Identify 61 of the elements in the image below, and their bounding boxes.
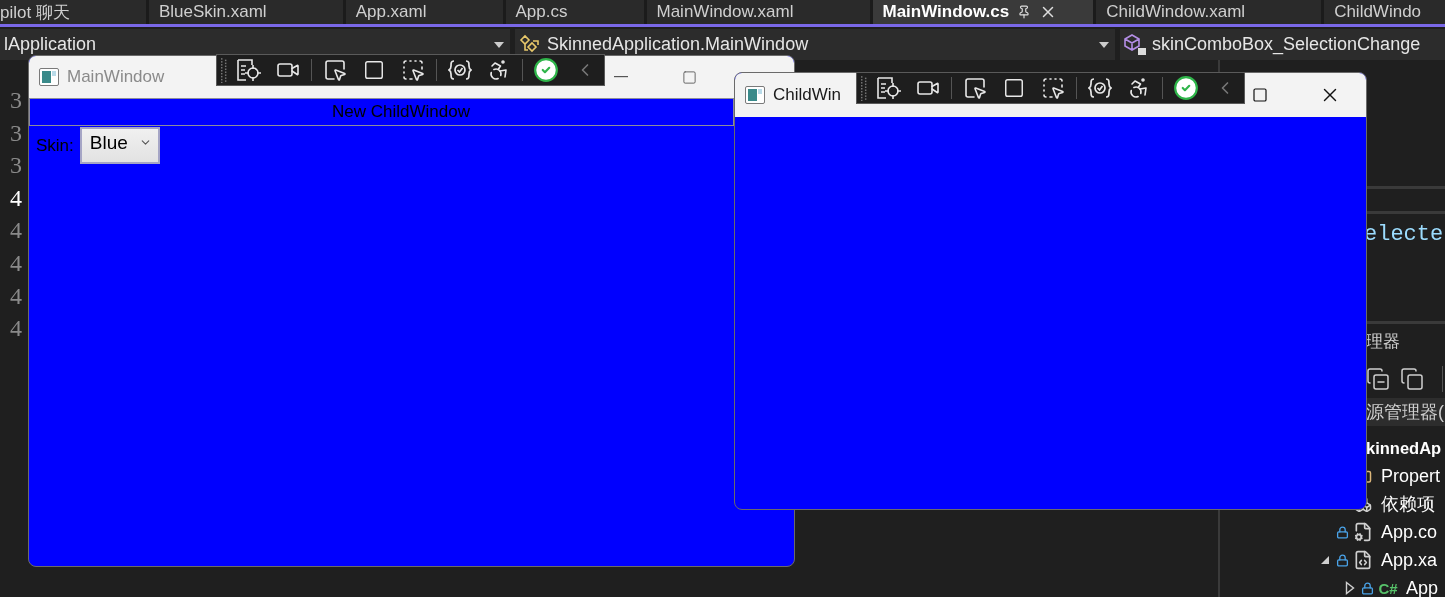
- check-circle-icon: [1172, 75, 1199, 101]
- expanded-triangle-icon[interactable]: [1320, 555, 1330, 565]
- tree-item[interactable]: kinnedAp: [1366, 438, 1442, 458]
- type-dropdown[interactable]: SkinnedApplication.MainWindow: [515, 29, 1115, 60]
- tree-item[interactable]: 依赖项: [1381, 492, 1435, 516]
- tree-item[interactable]: App.co: [1381, 521, 1438, 543]
- file-tab[interactable]: ChildWindo: [1324, 0, 1445, 24]
- member-dropdown[interactable]: skinComboBox_SelectionChange: [1120, 29, 1445, 60]
- file-tab[interactable]: ChildWindow.xaml: [1096, 0, 1322, 24]
- pointer-box-icon: [962, 76, 987, 100]
- collapsed-triangle-icon[interactable]: [1345, 581, 1355, 595]
- pointer-box-icon: [322, 58, 347, 82]
- file-tab[interactable]: App.xaml: [345, 0, 503, 24]
- skin-label: Skin:: [36, 135, 74, 156]
- collapse-all-icon[interactable]: [1366, 367, 1390, 391]
- file-code-icon: [1353, 550, 1373, 570]
- tree-item[interactable]: App: [1406, 577, 1439, 597]
- copy-icon[interactable]: [1400, 367, 1424, 391]
- csharp-label: C#: [1378, 579, 1398, 597]
- window-title: ChildWin: [773, 85, 842, 105]
- minimize-icon: [614, 76, 628, 78]
- locked-method-icon: [1124, 33, 1148, 56]
- square-icon: [1003, 77, 1025, 99]
- line-number: 3: [10, 118, 22, 148]
- file-tab[interactable]: BlueSkin.xaml: [148, 0, 343, 24]
- code-text: electe: [1364, 222, 1444, 247]
- file-tab[interactable]: MainWindow.xaml: [646, 0, 870, 24]
- check-circle-icon: [532, 57, 559, 83]
- line-number: 3: [10, 151, 22, 181]
- maximize-icon: [1252, 87, 1268, 103]
- line-number: 3: [10, 86, 22, 115]
- crosshair-list-icon: [875, 76, 902, 100]
- dashed-pointer-icon: [401, 58, 426, 82]
- skin-combo-box[interactable]: Blue: [79, 127, 160, 164]
- line-number: 4: [10, 248, 22, 278]
- line-number: 4: [10, 281, 22, 311]
- toolbar-grip-icon[interactable]: [220, 57, 228, 83]
- crosshair-list-icon: [235, 58, 262, 82]
- window-title: MainWindow: [67, 67, 165, 87]
- panel-title: 理器: [1366, 332, 1400, 351]
- toolbar-grip-icon[interactable]: [860, 75, 868, 101]
- line-number: 4: [10, 183, 22, 213]
- pin-icon[interactable]: [1017, 5, 1032, 19]
- tree-item[interactable]: App.xa: [1381, 549, 1438, 571]
- caret-icon: [1099, 41, 1109, 48]
- tree-item[interactable]: Propert: [1381, 465, 1441, 487]
- braces-check-icon: [447, 59, 472, 81]
- app-window-icon: [39, 68, 59, 86]
- line-number: 4: [10, 314, 22, 344]
- search-field[interactable]: 源管理器(: [1366, 398, 1445, 426]
- square-icon: [363, 59, 385, 81]
- app-window-icon: [745, 86, 765, 104]
- dashed-pointer-icon: [1041, 76, 1066, 100]
- file-tab[interactable]: MainWindow.cs: [872, 0, 1094, 24]
- maximize-icon: [681, 69, 697, 85]
- braces-check-icon: [1087, 77, 1112, 99]
- caret-icon: [494, 41, 504, 48]
- file-gear-icon: [1353, 522, 1373, 542]
- file-tab[interactable]: App.cs: [505, 0, 644, 24]
- file-tab[interactable]: pilot 聊天: [0, 0, 146, 24]
- line-number: 4: [10, 216, 22, 246]
